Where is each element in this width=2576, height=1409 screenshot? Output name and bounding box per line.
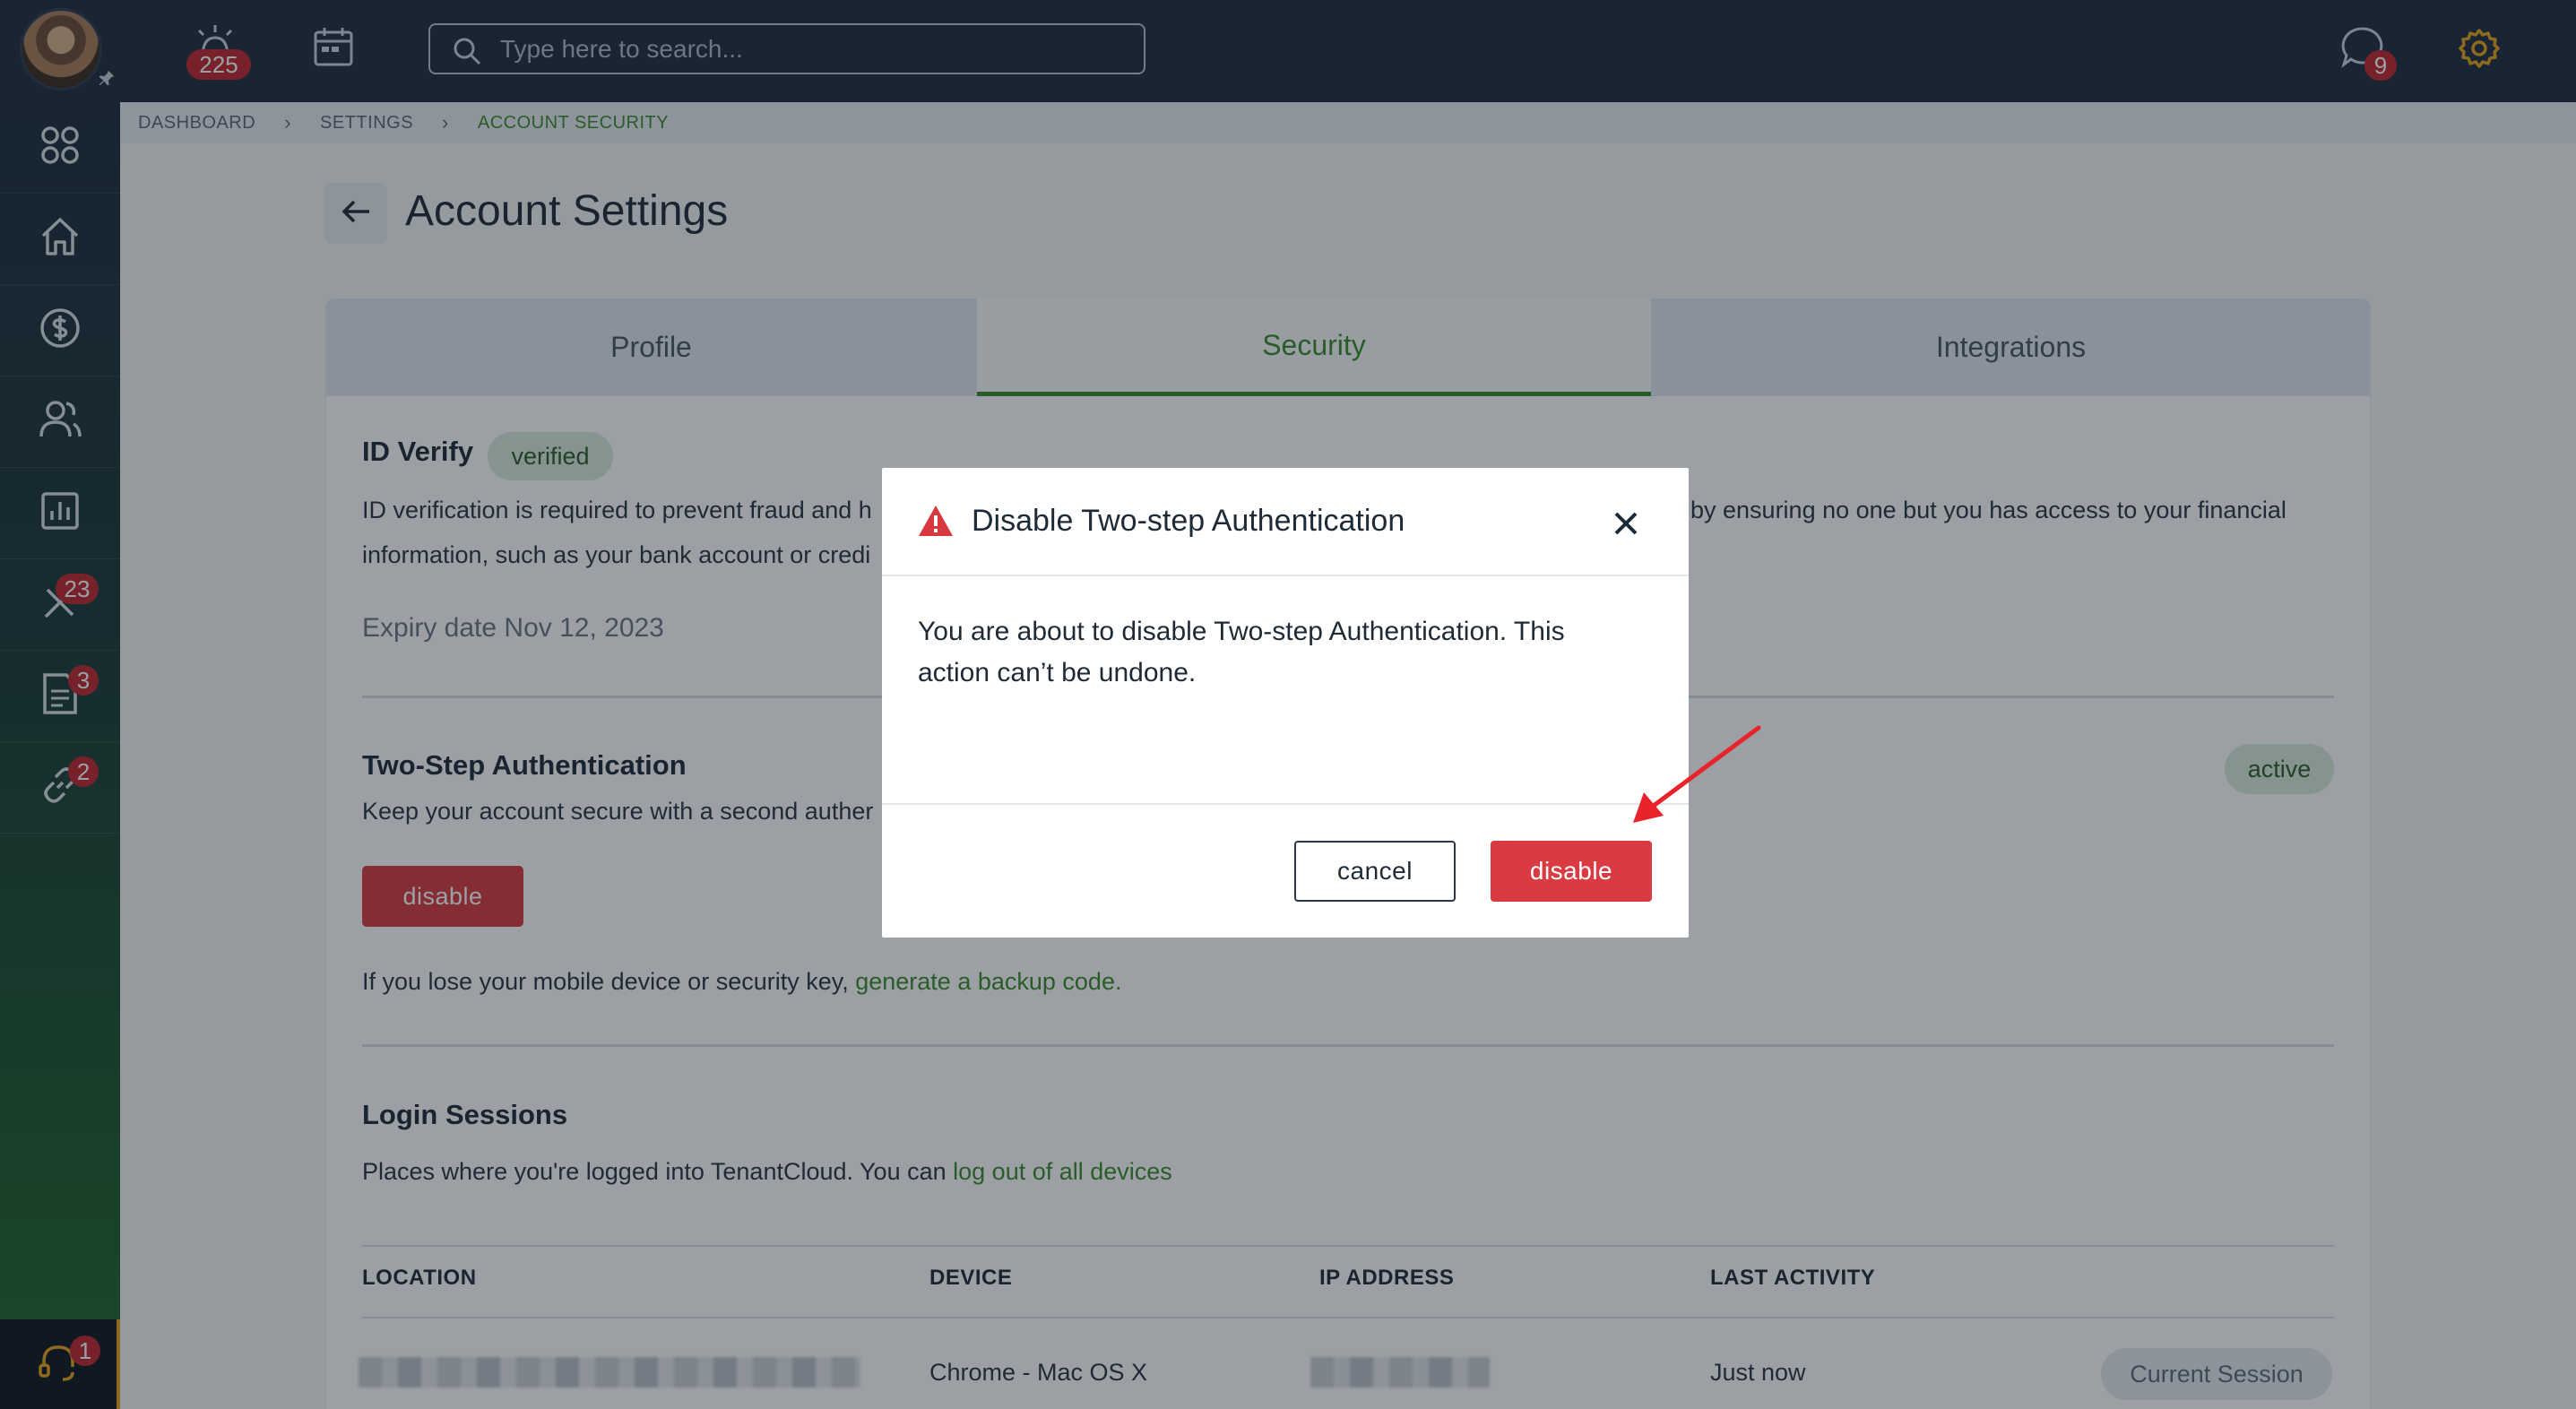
disable-2fa-modal: Disable Two-step Authentication You are … — [882, 468, 1689, 938]
modal-footer-divider — [882, 803, 1689, 805]
modal-header: Disable Two-step Authentication — [882, 468, 1689, 576]
confirm-disable-button[interactable]: disable — [1491, 841, 1652, 902]
warning-icon — [917, 504, 955, 542]
modal-title: Disable Two-step Authentication — [972, 504, 1405, 538]
annotation-arrow-icon — [1622, 722, 1766, 834]
cancel-button[interactable]: cancel — [1294, 841, 1456, 902]
close-icon[interactable] — [1608, 506, 1644, 541]
modal-message: You are about to disable Two-step Authen… — [918, 617, 1565, 687]
